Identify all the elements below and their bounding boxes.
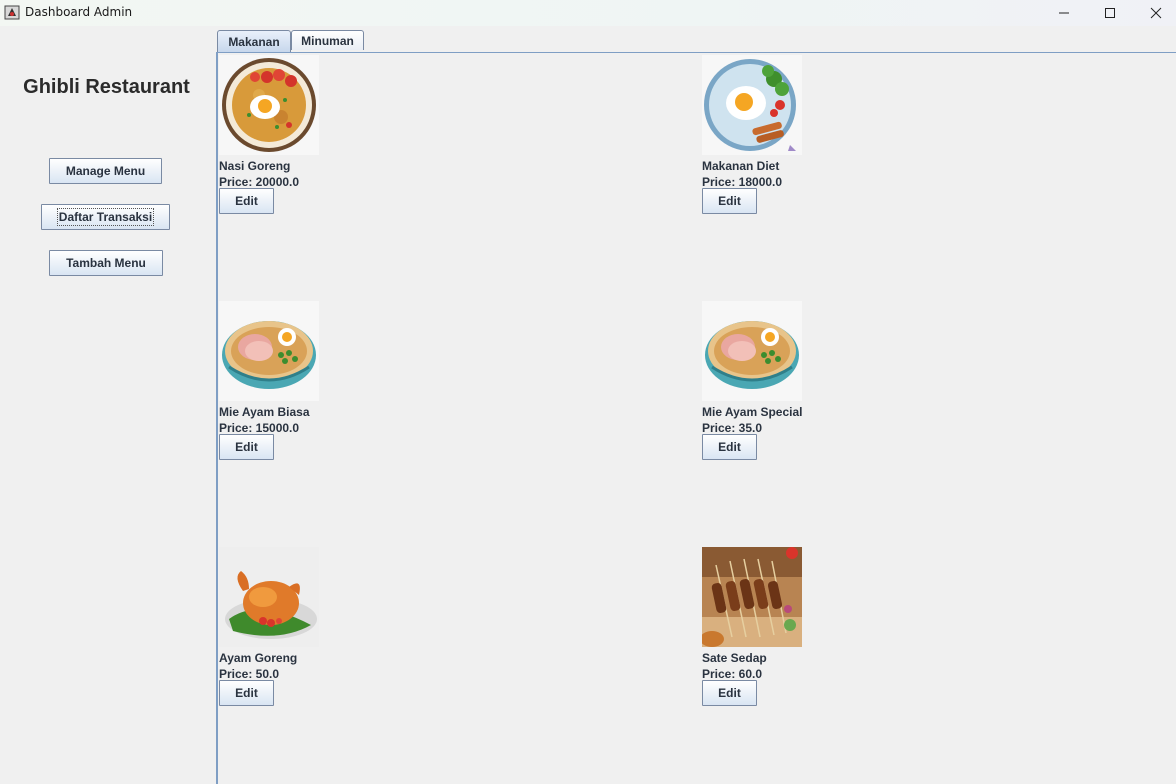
close-icon: [1150, 7, 1162, 19]
restaurant-name: Ghibli Restaurant: [23, 76, 190, 98]
minimize-icon: [1059, 12, 1069, 14]
edit-button[interactable]: Edit: [219, 680, 274, 706]
tab-makanan[interactable]: Makanan: [217, 30, 291, 52]
tambah-menu-button[interactable]: Tambah Menu: [49, 250, 163, 276]
edit-label: Edit: [235, 686, 258, 700]
menu-grid-panel: Nasi Goreng Price: 20000.0 Edit Makanan …: [216, 52, 1176, 784]
menu-item-name: Sate Sedap: [702, 651, 767, 665]
edit-label: Edit: [718, 686, 741, 700]
menu-item-name: Mie Ayam Biasa: [219, 405, 310, 419]
satay-image: [702, 547, 802, 647]
edit-label: Edit: [235, 194, 258, 208]
menu-item-price: Price: 15000.0: [219, 421, 300, 435]
noodle-bowl-image: [219, 301, 319, 401]
edit-label: Edit: [718, 440, 741, 454]
minimize-button[interactable]: [1041, 0, 1087, 26]
menu-item-price: Price: 60.0: [702, 667, 763, 681]
daftar-transaksi-label: Daftar Transaksi: [56, 208, 155, 226]
edit-button[interactable]: Edit: [702, 680, 757, 706]
daftar-transaksi-button[interactable]: Daftar Transaksi: [41, 204, 170, 230]
fried-rice-image: [219, 55, 319, 155]
close-button[interactable]: [1133, 0, 1176, 26]
edit-label: Edit: [718, 194, 741, 208]
menu-item-name: Ayam Goreng: [219, 651, 298, 665]
title-bar: Dashboard Admin: [0, 0, 1176, 26]
edit-label: Edit: [235, 440, 258, 454]
menu-item-price: Price: 50.0: [219, 667, 280, 681]
edit-button[interactable]: Edit: [219, 434, 274, 460]
edit-button[interactable]: Edit: [702, 434, 757, 460]
menu-item-price: Price: 35.0: [702, 421, 763, 435]
fried-chicken-image: [219, 547, 319, 647]
window-title: Dashboard Admin: [25, 5, 133, 19]
noodle-bowl-image: [702, 301, 802, 401]
menu-item-name: Nasi Goreng: [219, 159, 291, 173]
manage-menu-label: Manage Menu: [65, 164, 146, 178]
edit-button[interactable]: Edit: [702, 188, 757, 214]
app-window: Dashboard Admin Ghibli Restaurant Manage…: [0, 0, 1176, 784]
java-app-icon: [4, 4, 20, 20]
sidebar: Ghibli Restaurant Manage Menu Daftar Tra…: [0, 26, 215, 784]
tambah-menu-label: Tambah Menu: [66, 256, 146, 270]
edit-button[interactable]: Edit: [219, 188, 274, 214]
maximize-button[interactable]: [1087, 0, 1133, 26]
maximize-icon: [1105, 8, 1115, 18]
menu-item-price: Price: 20000.0: [219, 175, 300, 189]
tab-minuman[interactable]: Minuman: [291, 30, 364, 50]
diet-plate-image: [702, 55, 802, 155]
tab-minuman-label: Minuman: [301, 33, 354, 48]
menu-item-name: Mie Ayam Special: [702, 405, 803, 419]
manage-menu-button[interactable]: Manage Menu: [49, 158, 162, 184]
menu-item-name: Makanan Diet: [702, 159, 780, 173]
menu-item-price: Price: 18000.0: [702, 175, 783, 189]
tab-makanan-label: Makanan: [228, 34, 280, 49]
